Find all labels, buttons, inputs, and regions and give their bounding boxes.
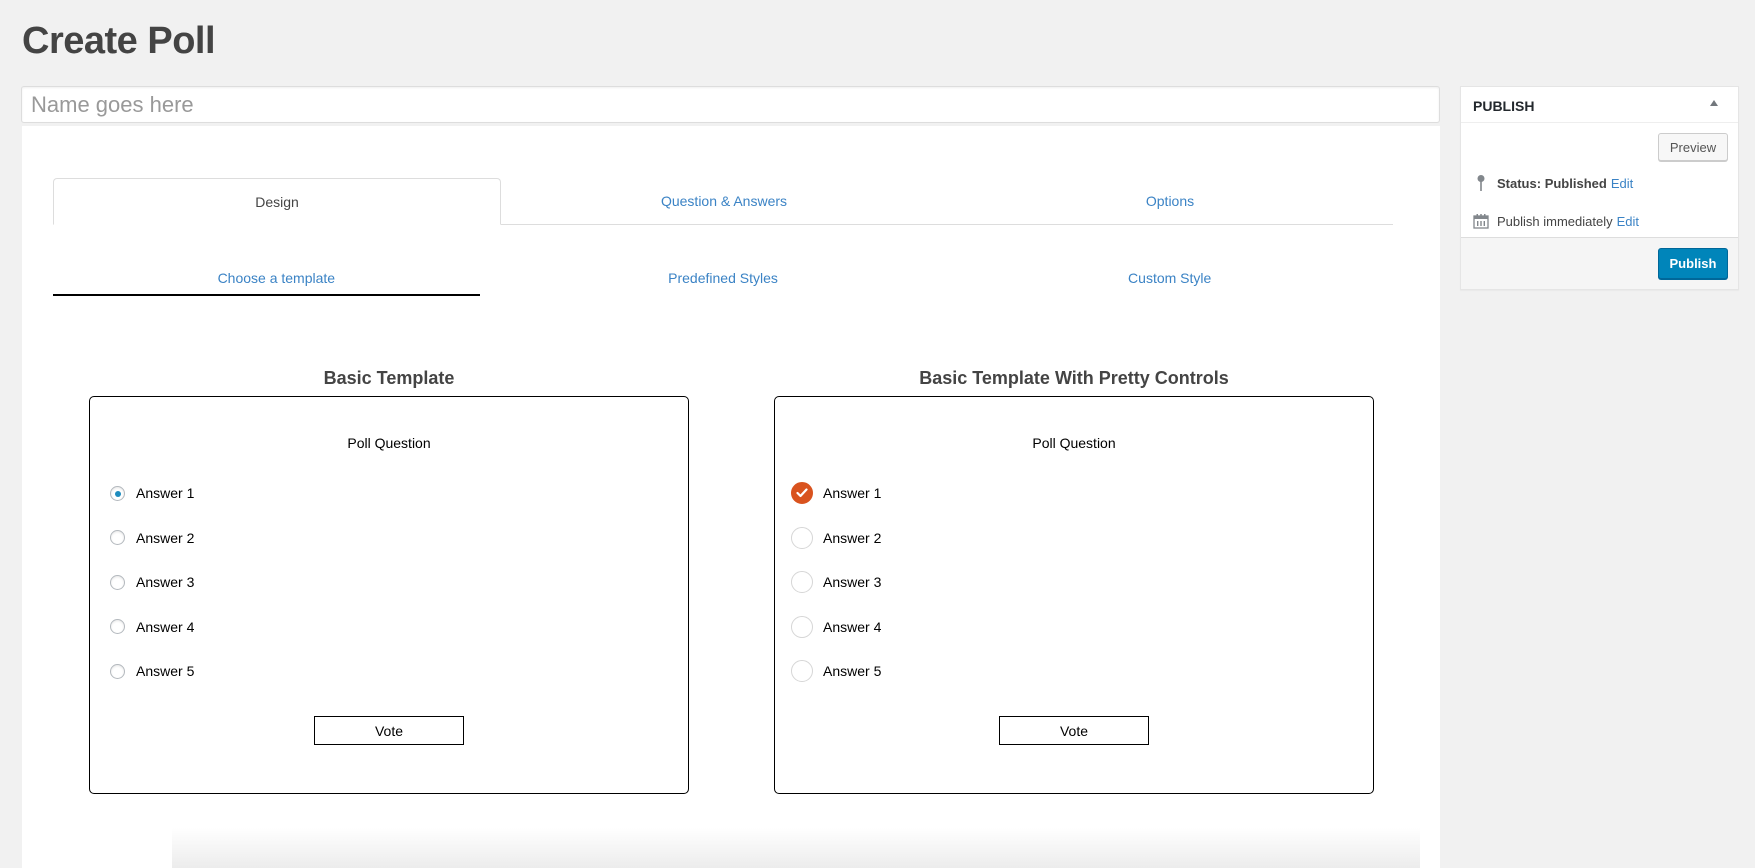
radio-icon[interactable] xyxy=(110,530,125,546)
subtab-custom-style[interactable]: Custom Style xyxy=(946,263,1393,297)
radio-icon[interactable] xyxy=(110,574,125,590)
radio-icon[interactable] xyxy=(110,619,125,635)
answer-label: Answer 5 xyxy=(136,663,195,680)
tab-question-answers[interactable]: Question & Answers xyxy=(501,178,947,224)
status-label: Status: xyxy=(1497,175,1542,191)
publish-box: PUBLISH Preview Status: Published Edit P… xyxy=(1460,86,1739,290)
poll-editor-panel: Design Question & Answers Options Choose… xyxy=(22,126,1440,868)
poll-question: Poll Question xyxy=(1032,435,1116,451)
answer-option[interactable]: Answer 1 xyxy=(791,471,882,516)
poll-name-input[interactable] xyxy=(21,86,1440,123)
answer-label: Answer 4 xyxy=(823,618,882,635)
empty-circle-icon[interactable] xyxy=(791,526,813,549)
template-basic: Basic Template Poll Question Answer 1 An… xyxy=(89,366,689,794)
design-sub-tabs: Choose a template Predefined Styles Cust… xyxy=(53,263,1393,297)
answer-label: Answer 1 xyxy=(823,485,882,502)
template-title: Basic Template xyxy=(323,368,455,388)
template-preview-card[interactable]: Poll Question Answer 1 Answer 2 Answer 3 xyxy=(774,396,1374,794)
main-tabs: Design Question & Answers Options xyxy=(53,178,1393,225)
answer-label: Answer 1 xyxy=(136,485,195,502)
answer-option[interactable]: Answer 4 xyxy=(791,605,882,650)
answer-label: Answer 2 xyxy=(136,529,195,546)
check-circle-icon[interactable] xyxy=(791,482,813,505)
tab-design[interactable]: Design xyxy=(53,178,501,225)
edit-status-link[interactable]: Edit xyxy=(1611,176,1633,191)
calendar-icon xyxy=(1472,212,1490,230)
answer-label: Answer 4 xyxy=(136,618,195,635)
answer-label: Answer 3 xyxy=(136,574,195,591)
empty-circle-icon[interactable] xyxy=(791,660,813,683)
radio-icon[interactable] xyxy=(110,663,125,679)
answer-option[interactable]: Answer 2 xyxy=(791,516,882,561)
tab-options[interactable]: Options xyxy=(947,178,1393,224)
answer-option[interactable]: Answer 4 xyxy=(110,605,194,650)
answer-label: Answer 5 xyxy=(823,663,882,680)
publish-button[interactable]: Publish xyxy=(1658,248,1728,279)
answer-option[interactable]: Answer 3 xyxy=(110,560,194,605)
publish-box-header[interactable]: PUBLISH xyxy=(1461,87,1738,123)
triangle-up-icon[interactable] xyxy=(1710,100,1718,106)
page-title: Create Poll xyxy=(22,20,216,62)
answer-option[interactable]: Answer 2 xyxy=(110,516,194,561)
answer-option[interactable]: Answer 3 xyxy=(791,560,882,605)
subtab-choose-template[interactable]: Choose a template xyxy=(53,263,500,297)
answer-option[interactable]: Answer 5 xyxy=(791,649,882,694)
edit-schedule-link[interactable]: Edit xyxy=(1617,214,1639,229)
answer-option[interactable]: Answer 5 xyxy=(110,649,194,694)
pin-icon xyxy=(1472,174,1490,192)
empty-circle-icon[interactable] xyxy=(791,571,813,594)
template-basic-pretty-controls: Basic Template With Pretty Controls Poll… xyxy=(774,366,1374,794)
template-preview-card[interactable]: Poll Question Answer 1 Answer 2 Answer 3… xyxy=(89,396,689,794)
poll-question: Poll Question xyxy=(347,435,431,451)
answer-list: Answer 1 Answer 2 Answer 3 Answer 4 Answ… xyxy=(110,471,194,694)
status-line: Status: Published Edit xyxy=(1472,174,1633,192)
radio-checked-icon[interactable] xyxy=(110,485,125,501)
empty-circle-icon[interactable] xyxy=(791,615,813,638)
subtab-predefined-styles[interactable]: Predefined Styles xyxy=(500,263,947,297)
vote-button[interactable]: Vote xyxy=(999,716,1149,745)
answer-label: Answer 3 xyxy=(823,574,882,591)
publish-box-title: PUBLISH xyxy=(1473,98,1535,114)
schedule-line: Publish immediately Edit xyxy=(1472,212,1639,230)
schedule-text: Publish immediately xyxy=(1497,213,1613,229)
vote-button[interactable]: Vote xyxy=(314,716,464,745)
answer-list: Answer 1 Answer 2 Answer 3 Answer 4 Answ… xyxy=(791,471,882,694)
template-title: Basic Template With Pretty Controls xyxy=(919,368,1229,388)
answer-option[interactable]: Answer 1 xyxy=(110,471,194,516)
answer-label: Answer 2 xyxy=(823,529,882,546)
panel-bottom-shadow xyxy=(172,828,1420,868)
publish-box-footer: Publish xyxy=(1461,237,1738,289)
preview-button[interactable]: Preview xyxy=(1658,133,1728,161)
status-value: Published xyxy=(1544,175,1607,191)
